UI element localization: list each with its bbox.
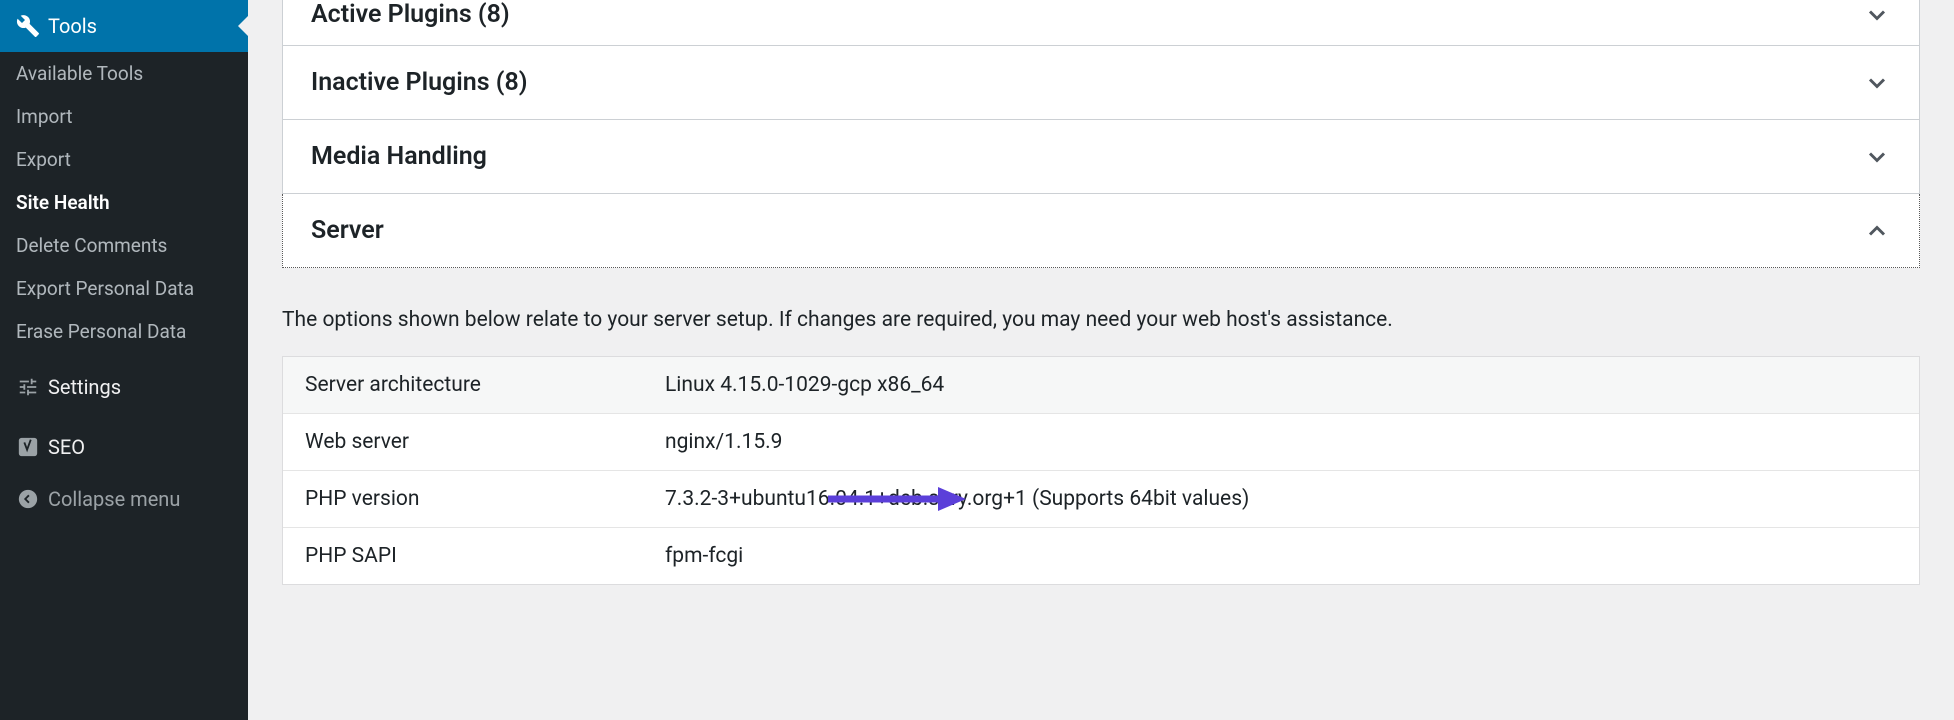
sidebar-label: SEO <box>48 435 85 459</box>
chevron-down-icon <box>1863 69 1891 97</box>
table-row: PHP SAPI fpm-fcgi <box>283 527 1919 584</box>
sidebar-label: Tools <box>48 14 97 38</box>
panel-title: Inactive Plugins (8) <box>311 68 528 97</box>
row-label: Web server <box>305 430 665 454</box>
panel-inactive-plugins: Inactive Plugins (8) <box>282 46 1920 120</box>
sidebar-item-erase-personal-data[interactable]: Erase Personal Data <box>0 310 248 353</box>
row-value: Linux 4.15.0-1029-gcp x86_64 <box>665 373 1897 397</box>
row-label: PHP version <box>305 487 665 511</box>
sidebar-item-export[interactable]: Export <box>0 138 248 181</box>
sidebar-item-import[interactable]: Import <box>0 95 248 138</box>
sidebar-item-site-health[interactable]: Site Health <box>0 181 248 224</box>
main-content: Active Plugins (8) Inactive Plugins (8) … <box>248 0 1954 720</box>
row-value: nginx/1.15.9 <box>665 430 1897 454</box>
table-row: Web server nginx/1.15.9 <box>283 413 1919 470</box>
tools-submenu: Available Tools Import Export Site Healt… <box>0 52 248 353</box>
yoast-icon <box>14 436 42 458</box>
panel-title: Media Handling <box>311 142 487 171</box>
wrench-icon <box>14 14 42 38</box>
row-label: Server architecture <box>305 373 665 397</box>
panel-header-media-handling[interactable]: Media Handling <box>283 120 1919 193</box>
sidebar-item-settings[interactable]: Settings <box>0 361 248 413</box>
sidebar-item-tools[interactable]: Tools <box>0 0 248 52</box>
sidebar-item-seo[interactable]: SEO <box>0 421 248 473</box>
sliders-icon <box>14 376 42 398</box>
sidebar-item-collapse-menu[interactable]: Collapse menu <box>0 473 248 525</box>
row-value: 7.3.2-3+ubuntu16.04.1+deb.sury.org+1 (Su… <box>665 487 1897 511</box>
chevron-down-icon <box>1863 143 1891 171</box>
panel-media-handling: Media Handling <box>282 120 1920 194</box>
chevron-down-icon <box>1863 1 1891 29</box>
table-row: PHP version 7.3.2-3+ubuntu16.04.1+deb.su… <box>283 470 1919 527</box>
chevron-up-icon <box>1863 217 1891 245</box>
server-info-table: Server architecture Linux 4.15.0-1029-gc… <box>282 356 1920 585</box>
server-description: The options shown below relate to your s… <box>282 308 1920 332</box>
sidebar-label: Collapse menu <box>48 487 180 511</box>
sidebar-item-export-personal-data[interactable]: Export Personal Data <box>0 267 248 310</box>
sidebar-label: Settings <box>48 375 121 399</box>
panel-title: Active Plugins (8) <box>311 0 510 29</box>
table-row: Server architecture Linux 4.15.0-1029-gc… <box>283 357 1919 413</box>
panel-header-inactive-plugins[interactable]: Inactive Plugins (8) <box>283 46 1919 119</box>
row-label: PHP SAPI <box>305 544 665 568</box>
row-value: fpm-fcgi <box>665 544 1897 568</box>
collapse-icon <box>14 488 42 510</box>
admin-sidebar: Tools Available Tools Import Export Site… <box>0 0 248 720</box>
panel-header-active-plugins[interactable]: Active Plugins (8) <box>283 0 1919 45</box>
panel-server: Server <box>282 194 1920 268</box>
panel-header-server[interactable]: Server <box>283 194 1919 267</box>
sidebar-item-available-tools[interactable]: Available Tools <box>0 52 248 95</box>
panel-title: Server <box>311 216 384 245</box>
sidebar-item-delete-comments[interactable]: Delete Comments <box>0 224 248 267</box>
panel-active-plugins: Active Plugins (8) <box>282 0 1920 46</box>
